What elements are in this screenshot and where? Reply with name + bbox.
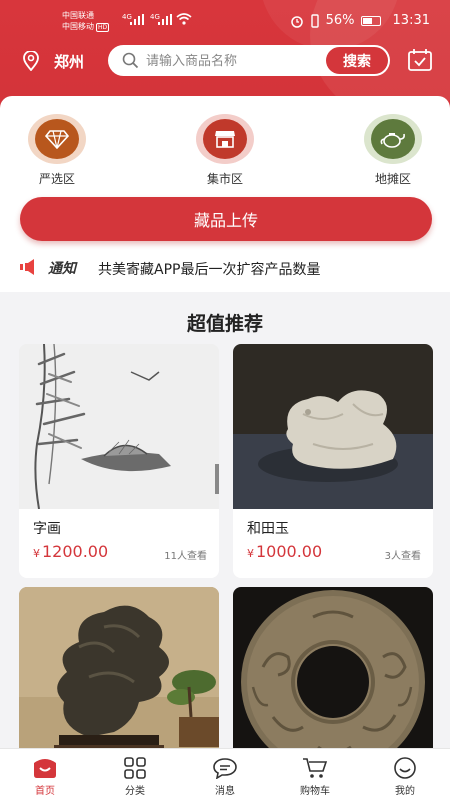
product-image-jade: [233, 344, 433, 509]
cart-icon: [303, 758, 328, 778]
category-item-yanxuan[interactable]: 严选区: [22, 114, 92, 187]
category-label: 地摊区: [374, 172, 411, 186]
carrier-2: 中国移动: [62, 22, 94, 31]
vibrate-icon: [310, 13, 319, 28]
tab-home[interactable]: 首页: [10, 749, 80, 800]
category-icon-ring: [28, 114, 86, 164]
bottom-tab-bar: 首页 分类 消息 购物车 我的: [0, 748, 450, 800]
price-value: 1000.00: [256, 542, 323, 561]
currency-symbol: ¥: [247, 547, 254, 560]
tab-label: 消息: [215, 786, 235, 797]
clock: 13:31: [392, 13, 430, 28]
tab-label: 首页: [35, 786, 55, 797]
status-right: 56% 13:31: [290, 13, 430, 28]
tab-profile[interactable]: 我的: [370, 749, 440, 800]
hd-badge: HD: [96, 23, 110, 32]
top-bar: 郑州 搜索: [0, 44, 450, 78]
product-views: 11人查看: [164, 551, 207, 562]
carrier-info: 中国联通 中国移动 HD: [62, 10, 110, 32]
search-input[interactable]: [146, 51, 316, 71]
category-item-ditan[interactable]: 地摊区: [358, 114, 428, 187]
battery-icon: [360, 15, 381, 26]
tab-cart[interactable]: 购物车: [280, 749, 350, 800]
teapot-icon: [371, 119, 415, 159]
product-price: ¥1200.00: [33, 542, 108, 561]
product-card[interactable]: 和田玉 ¥1000.00 3人查看: [233, 344, 433, 578]
category-icon-ring: [364, 114, 422, 164]
grid-icon: [124, 757, 146, 779]
product-views: 3人查看: [384, 551, 421, 562]
tab-messages[interactable]: 消息: [190, 749, 260, 800]
tab-category[interactable]: 分类: [100, 749, 170, 800]
upload-collection-button[interactable]: 藏品上传: [20, 197, 432, 241]
product-name: 字画: [33, 521, 61, 537]
alarm-icon: [290, 15, 303, 28]
search-icon: [122, 52, 139, 69]
tab-label: 我的: [395, 786, 415, 797]
smiley-icon: [394, 757, 416, 779]
category-card: 严选区 集市区 地摊区 藏品上传 通知 共美寄藏APP最后一次扩容产品数量: [0, 96, 450, 292]
section-title: 超值推荐: [186, 313, 263, 335]
home-icon: [34, 759, 56, 778]
category-label: 严选区: [38, 172, 75, 186]
tab-label: 分类: [125, 786, 145, 797]
product-name: 和田玉: [247, 521, 289, 537]
search-button[interactable]: 搜索: [326, 47, 388, 74]
carrier-1: 中国联通: [62, 11, 94, 20]
currency-symbol: ¥: [33, 547, 40, 560]
product-image-painting: [19, 344, 219, 509]
chat-bubble-icon: [213, 758, 237, 779]
category-label: 集市区: [206, 172, 243, 186]
calendar-check-icon[interactable]: [407, 48, 433, 72]
location-icon[interactable]: [22, 51, 40, 71]
tab-label: 购物车: [300, 786, 330, 797]
product-card[interactable]: 字画 ¥1200.00 11人查看: [19, 344, 219, 578]
city-selector[interactable]: 郑州: [54, 51, 84, 72]
status-bar: 中国联通 中国移动 HD 4G 4G 56% 13:31: [0, 0, 450, 42]
wifi-icon: [176, 13, 192, 25]
price-value: 1200.00: [42, 542, 109, 561]
notice-bar[interactable]: 通知 共美寄藏APP最后一次扩容产品数量: [18, 256, 438, 280]
store-icon: [203, 119, 247, 159]
category-item-jishi[interactable]: 集市区: [190, 114, 260, 187]
signal-icon: [130, 14, 144, 25]
search-bar: 搜索: [108, 45, 390, 76]
category-icon-ring: [196, 114, 254, 164]
diamond-icon: [35, 119, 79, 159]
notice-tag: 通知: [48, 261, 76, 277]
product-price: ¥1000.00: [247, 542, 322, 561]
signal-icon: [158, 14, 172, 25]
battery-percent: 56%: [325, 13, 355, 28]
notice-text: 共美寄藏APP最后一次扩容产品数量: [98, 262, 321, 278]
speaker-icon: [20, 259, 34, 275]
